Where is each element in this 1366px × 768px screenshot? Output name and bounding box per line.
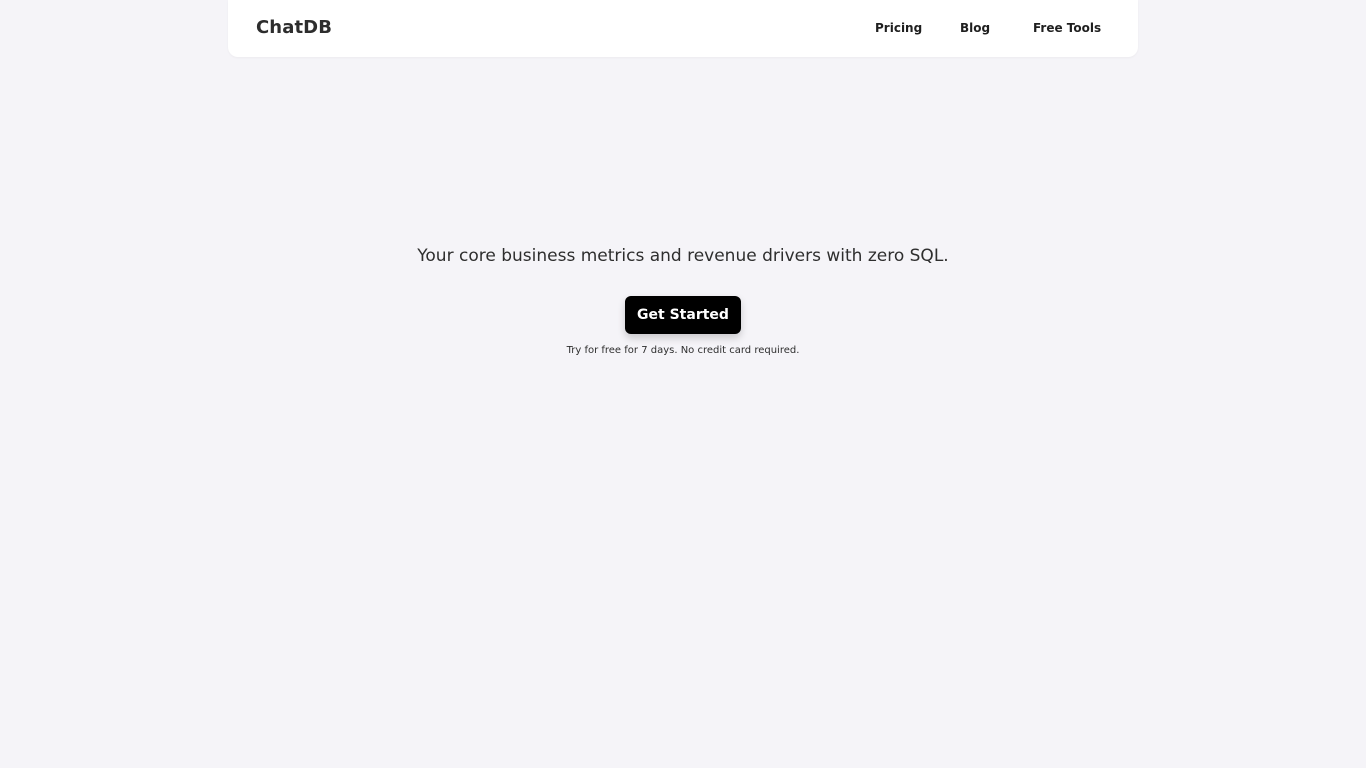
brand-logo-link[interactable]: ChatDB (256, 17, 332, 39)
hero-section: Your core business metrics and revenue d… (0, 244, 1366, 268)
nav-link-free-tools[interactable]: Free Tools (1033, 20, 1101, 36)
hero-tagline: Your core business metrics and revenue d… (417, 246, 949, 266)
navbar: ChatDB Pricing Blog Free Tools (228, 0, 1138, 57)
trial-note: Try for free for 7 days. No credit card … (566, 345, 800, 356)
nav-link-blog[interactable]: Blog (960, 20, 990, 36)
nav-link-pricing[interactable]: Pricing (875, 20, 922, 36)
get-started-button[interactable]: Get Started (625, 296, 741, 334)
page: ChatDB Pricing Blog Free Tools Your core… (0, 0, 1366, 768)
